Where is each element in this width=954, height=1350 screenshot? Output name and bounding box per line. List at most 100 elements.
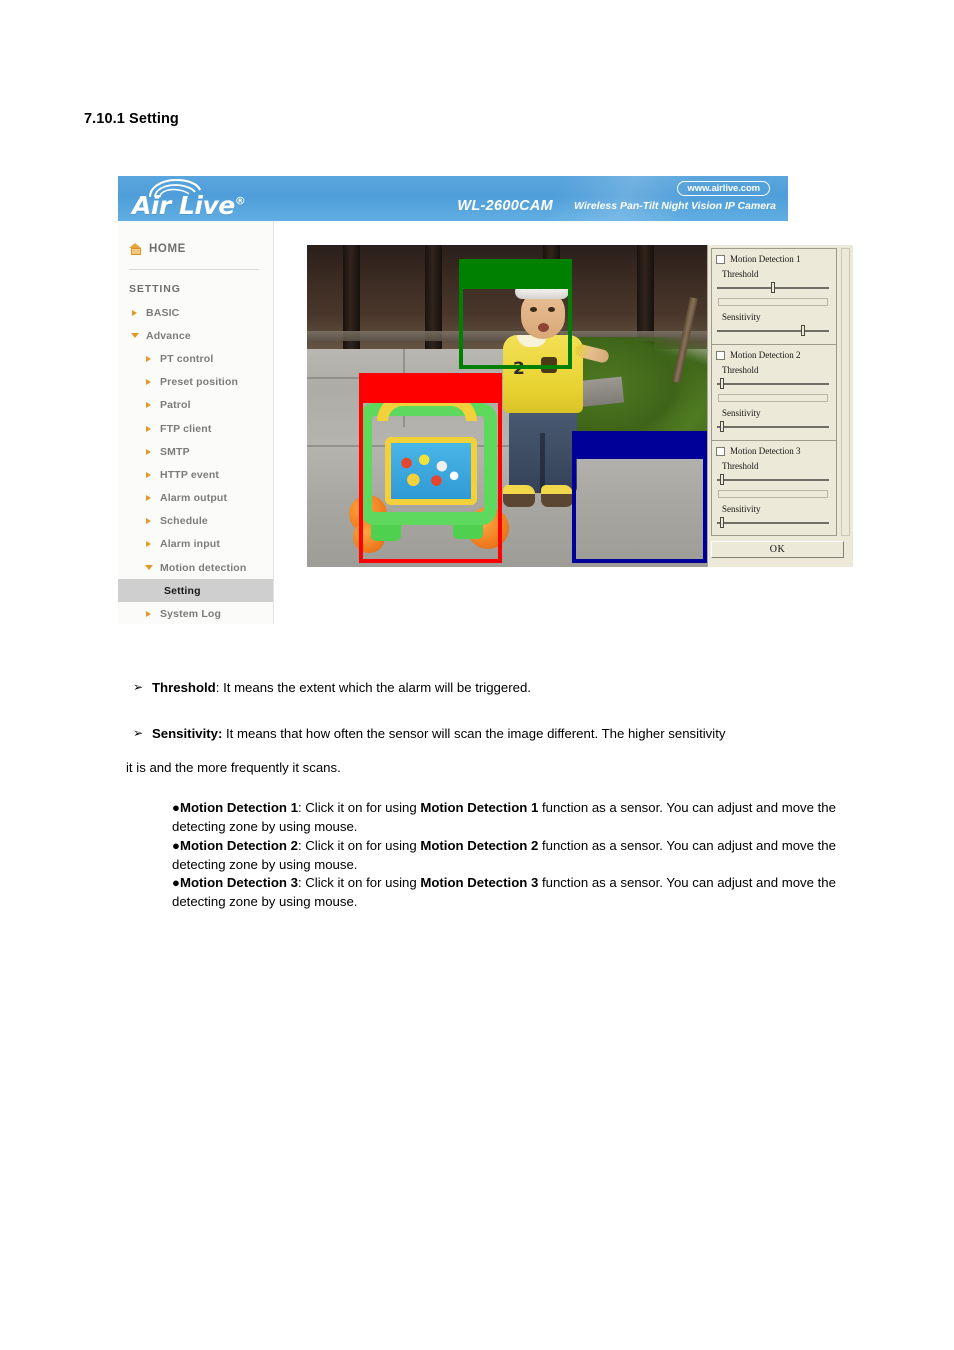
sensitivity-slider-3-track	[717, 522, 829, 524]
chevron-right-icon	[146, 402, 151, 409]
motion-level-bar-3	[718, 490, 828, 498]
detection-mid-text: : Click it on for using	[297, 800, 421, 816]
sidebar-item-label: PT control	[160, 352, 214, 365]
sidebar-item-ftp-client[interactable]: FTP client	[118, 417, 273, 440]
sidebar-item-pt-control[interactable]: PT control	[118, 347, 273, 370]
airlive-logo: Air Live®	[132, 179, 322, 221]
threshold-slider-2-thumb[interactable]	[720, 378, 724, 389]
zone-2-red-title-bar[interactable]	[359, 373, 502, 403]
motion-detection-1-checkbox[interactable]	[716, 254, 725, 264]
motion-detection-blocks: Motion Detection 1 Threshold Sensitivity Mo…	[711, 248, 837, 536]
chevron-right-icon	[146, 379, 151, 386]
sensitivity-slider-1-thumb[interactable]	[801, 325, 805, 336]
sidebar-item-http-event[interactable]: HTTP event	[118, 463, 273, 486]
sidebar-item-alarm-input[interactable]: Alarm input	[118, 533, 273, 556]
sidebar-section-title: SETTING	[129, 283, 181, 295]
sidebar-item-home[interactable]: HOME	[129, 243, 186, 255]
zone-3-blue-region[interactable]	[572, 459, 707, 563]
sensitivity-slider-1[interactable]	[717, 325, 829, 336]
product-tagline: Wireless Pan-Tilt Night Vision IP Camera	[574, 200, 776, 212]
threshold-slider-3-thumb[interactable]	[720, 474, 724, 485]
detection-mid-text: : Click it on for using	[297, 875, 421, 891]
motion-detection-1-toggle-row[interactable]: Motion Detection 1	[716, 254, 801, 264]
home-icon	[129, 243, 142, 255]
threshold-paragraph: ➢ Threshold: It means the extent which th…	[0, 678, 954, 698]
chevron-down-icon	[145, 565, 153, 571]
sidebar-item-label: SMTP	[160, 445, 190, 458]
motion-detection-3-checkbox[interactable]	[716, 446, 725, 456]
threshold-label-3: Threshold	[722, 461, 759, 471]
sensitivity-continuation: it is and the more frequently it scans.	[126, 759, 341, 775]
motion-detection-description-3: ●Motion Detection 3: Click it on for usi…	[172, 874, 854, 911]
motion-detection-2-checkbox[interactable]	[716, 350, 725, 360]
panel-side-strip	[841, 248, 850, 536]
zone-1-green-title-bar[interactable]	[459, 259, 572, 289]
sidebar-item-label: Setting	[164, 584, 201, 597]
sensitivity-slider-2-thumb[interactable]	[720, 421, 724, 432]
video-preview[interactable]: 2	[307, 245, 707, 567]
motion-detection-3-toggle-row[interactable]: Motion Detection 3	[716, 446, 801, 456]
sensitivity-slider-2[interactable]	[717, 421, 829, 432]
sidebar-item-label: System Log	[160, 608, 222, 621]
motion-detection-1-label: Motion Detection 1	[730, 254, 801, 264]
detection-name: Motion Detection 2	[179, 837, 298, 853]
sidebar-item-label: Patrol	[160, 399, 191, 412]
sidebar-item-motion-detection[interactable]: Motion detection	[118, 556, 273, 579]
sidebar-item-label: Motion detection	[160, 561, 247, 574]
sidebar-item-patrol[interactable]: Patrol	[118, 394, 273, 417]
threshold-slider-3-track	[717, 479, 829, 481]
threshold-slider-1-thumb[interactable]	[771, 282, 775, 293]
sensitivity-slider-3[interactable]	[717, 517, 829, 528]
sidebar-item-basic[interactable]: BASIC	[118, 301, 273, 324]
sensitivity-slider-1-track	[717, 330, 829, 332]
sidebar-item-smtp[interactable]: SMTP	[118, 440, 273, 463]
zone-1-green[interactable]	[459, 259, 572, 369]
sidebar-item-preset-position[interactable]: Preset position	[118, 371, 273, 394]
threshold-slider-1[interactable]	[717, 282, 829, 293]
detection-name: Motion Detection 1	[179, 800, 298, 816]
sensitivity-slider-2-track	[717, 426, 829, 428]
brand-text: Air Live	[132, 191, 235, 220]
body-copy: ➢ Threshold: It means the extent which th…	[0, 678, 954, 912]
sidebar-home-label: HOME	[149, 243, 186, 255]
zone-2-red-region[interactable]	[359, 403, 502, 563]
brand-name: Air Live®	[132, 191, 246, 220]
app-banner: Air Live® www.airlive.com WL-2600CAM Wir…	[118, 176, 788, 221]
bullet-dot-icon: ●	[172, 837, 180, 853]
sidebar-item-alarm-output[interactable]: Alarm output	[118, 487, 273, 510]
threshold-label-1: Threshold	[722, 269, 759, 279]
camera-view-area: 2 Motion Detection 1 Threshold Sensitivi…	[307, 245, 853, 569]
sidebar-item-label: Preset position	[160, 376, 239, 389]
website-url-badge[interactable]: www.airlive.com	[677, 181, 770, 196]
camera-ui-figure: Air Live® www.airlive.com WL-2600CAM Wir…	[118, 176, 853, 625]
motion-detection-3-label: Motion Detection 3	[730, 446, 801, 456]
sidebar-item-schedule[interactable]: Schedule	[118, 510, 273, 533]
zone-2-red[interactable]	[359, 373, 502, 563]
threshold-slider-2-track	[717, 383, 829, 385]
zone-1-green-region[interactable]	[459, 289, 572, 369]
threshold-term: Threshold	[152, 680, 216, 695]
sensitivity-term: Sensitivity:	[152, 725, 223, 741]
ok-button[interactable]: OK	[711, 541, 844, 558]
threshold-description: : It means the extent which the alarm wi…	[215, 680, 531, 695]
sidebar-item-label: Advance	[146, 329, 191, 342]
threshold-slider-2[interactable]	[717, 378, 829, 389]
zone-3-blue-title-bar[interactable]	[572, 431, 707, 459]
sensitivity-label-1: Sensitivity	[722, 312, 761, 322]
detection-name-repeat: Motion Detection 1	[420, 800, 539, 816]
zone-3-blue[interactable]	[572, 431, 707, 563]
chevron-right-icon	[146, 355, 151, 362]
chevron-right-icon	[146, 471, 151, 478]
brand-registered-mark: ®	[234, 194, 246, 208]
chevron-right-icon	[146, 541, 151, 548]
threshold-slider-3[interactable]	[717, 474, 829, 485]
bullet-dot-icon: ●	[172, 875, 180, 891]
sidebar-item-setting[interactable]: Setting	[118, 579, 273, 603]
motion-detection-block-3: Motion Detection 3 Threshold Sensitivity	[712, 441, 836, 537]
sidebar-item-system-log[interactable]: System Log	[118, 602, 273, 625]
motion-detection-2-toggle-row[interactable]: Motion Detection 2	[716, 350, 801, 360]
chevron-right-icon	[146, 448, 151, 455]
sensitivity-slider-3-thumb[interactable]	[720, 517, 724, 528]
motion-detection-block-2: Motion Detection 2 Threshold Sensitivity	[712, 345, 836, 441]
sidebar-item-advance[interactable]: Advance	[118, 324, 273, 347]
